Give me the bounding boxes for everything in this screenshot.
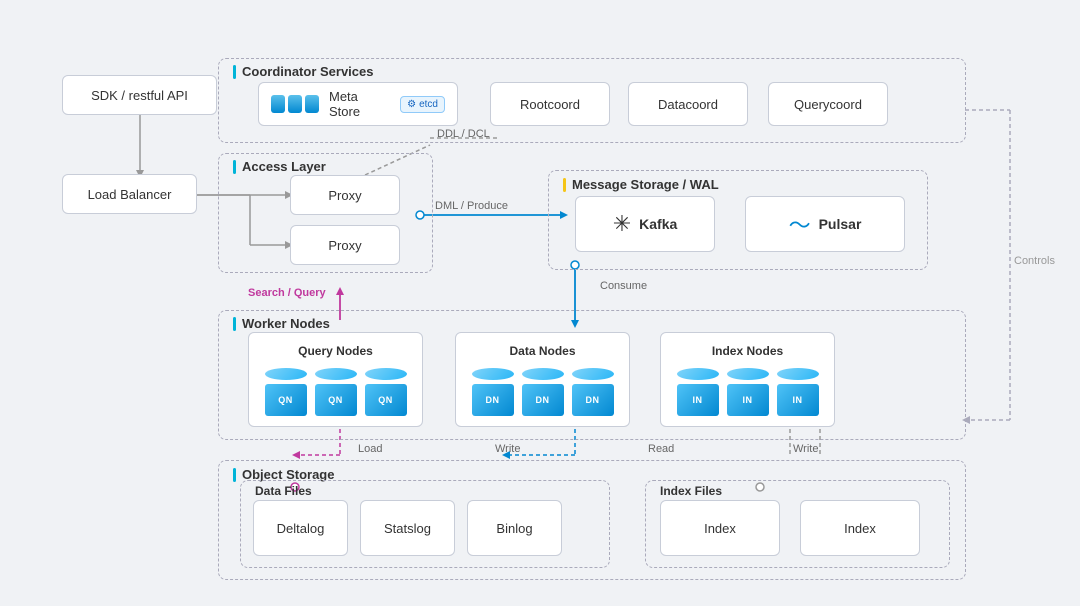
pulsar-icon: 〜 [789, 208, 811, 240]
qn-cylinder-1: QN [265, 368, 307, 416]
kafka-icon: ✳ [613, 211, 631, 237]
read-label: Read [648, 443, 674, 455]
index1-box: Index [660, 500, 780, 556]
dml-produce-label: DML / Produce [435, 200, 508, 212]
meta-store-box: Meta Store ⚙ etcd [258, 82, 458, 126]
sdk-label: SDK / restful API [91, 88, 188, 103]
access-layer-label: Access Layer [233, 159, 326, 174]
deltalog-label: Deltalog [277, 521, 325, 536]
index-nodes-cylinders: IN IN IN [677, 368, 819, 416]
data-nodes-label: Data Nodes [509, 344, 575, 358]
sdk-api-box: SDK / restful API [62, 75, 217, 115]
load-balancer-box: Load Balancer [62, 174, 197, 214]
proxy2-box: Proxy [290, 225, 400, 265]
in-cylinder-3: IN [777, 368, 819, 416]
query-nodes-label: Query Nodes [298, 344, 373, 358]
query-nodes-cylinders: QN QN QN [265, 368, 407, 416]
querycoord-box: Querycoord [768, 82, 888, 126]
coordinator-services-label: Coordinator Services [233, 64, 374, 79]
write2-label: Write [793, 443, 818, 455]
data-files-label: Data Files [255, 484, 312, 498]
architecture-diagram: SDK / restful API Load Balancer Coordina… [0, 0, 1080, 606]
dn-cylinder-1: DN [472, 368, 514, 416]
query-nodes-box: Query Nodes QN QN QN [248, 332, 423, 427]
in-cylinder-1: IN [677, 368, 719, 416]
qn-cylinder-2: QN [315, 368, 357, 416]
write1-label: Write [495, 443, 520, 455]
meta-store-label: Meta Store [329, 89, 390, 119]
statslog-label: Statslog [384, 521, 431, 536]
index-nodes-label: Index Nodes [712, 344, 783, 358]
ddl-dcl-label: DDL / DCL [437, 128, 490, 140]
binlog-box: Binlog [467, 500, 562, 556]
load-balancer-label: Load Balancer [88, 187, 172, 202]
dn-cylinder-3: DN [572, 368, 614, 416]
data-nodes-cylinders: DN DN DN [472, 368, 614, 416]
datacoord-label: Datacoord [658, 97, 718, 112]
kafka-label: Kafka [639, 216, 677, 232]
index2-label: Index [844, 521, 876, 536]
db-icon [271, 95, 319, 113]
pulsar-label: Pulsar [819, 216, 862, 232]
querycoord-label: Querycoord [794, 97, 862, 112]
load-label: Load [358, 443, 382, 455]
proxy1-label: Proxy [328, 188, 361, 203]
kafka-box: ✳ Kafka [575, 196, 715, 252]
index2-box: Index [800, 500, 920, 556]
etcd-badge: ⚙ etcd [400, 96, 445, 113]
rootcoord-label: Rootcoord [520, 97, 580, 112]
data-nodes-box: Data Nodes DN DN DN [455, 332, 630, 427]
controls-label: Controls [1014, 255, 1055, 267]
statslog-box: Statslog [360, 500, 455, 556]
datacoord-box: Datacoord [628, 82, 748, 126]
worker-nodes-label: Worker Nodes [233, 316, 330, 331]
index-nodes-box: Index Nodes IN IN IN [660, 332, 835, 427]
proxy1-box: Proxy [290, 175, 400, 215]
message-storage-label: Message Storage / WAL [563, 177, 719, 192]
consume-label: Consume [600, 280, 647, 292]
proxy2-label: Proxy [328, 238, 361, 253]
in-cylinder-2: IN [727, 368, 769, 416]
binlog-label: Binlog [496, 521, 532, 536]
deltalog-box: Deltalog [253, 500, 348, 556]
pulsar-box: 〜 Pulsar [745, 196, 905, 252]
search-query-label: Search / Query [248, 287, 326, 299]
rootcoord-box: Rootcoord [490, 82, 610, 126]
index1-label: Index [704, 521, 736, 536]
qn-cylinder-3: QN [365, 368, 407, 416]
index-files-label: Index Files [660, 484, 722, 498]
dn-cylinder-2: DN [522, 368, 564, 416]
